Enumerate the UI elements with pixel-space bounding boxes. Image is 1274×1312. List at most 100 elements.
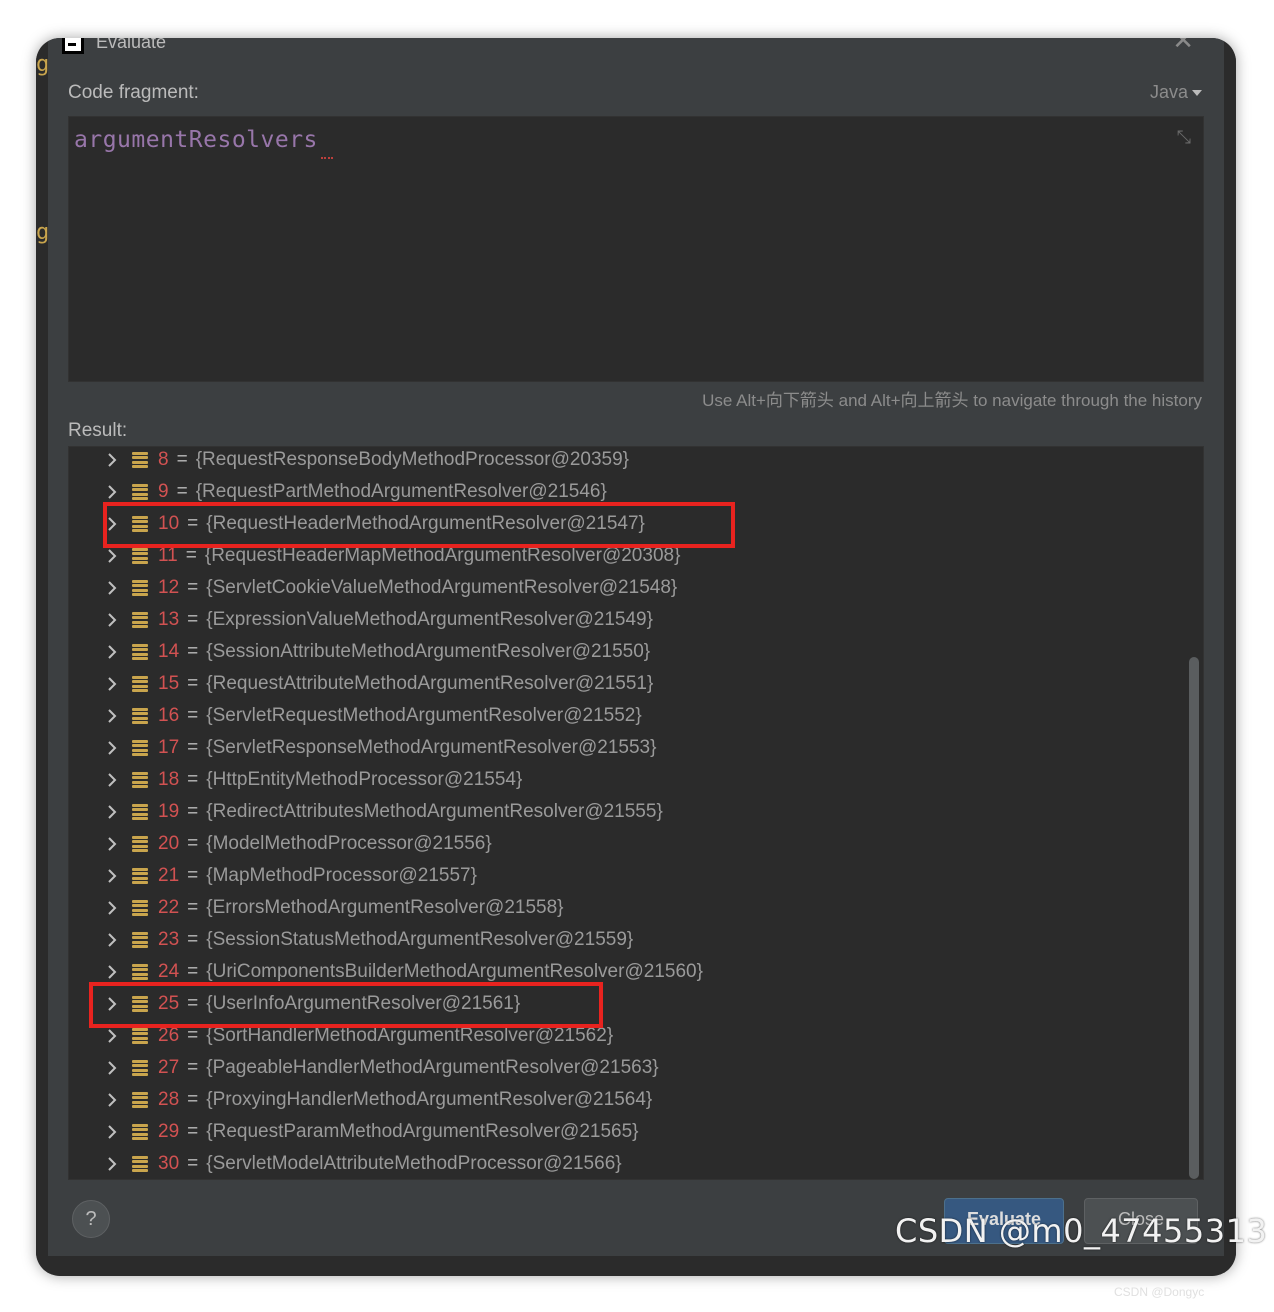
field-icon — [132, 868, 148, 884]
chevron-right-icon[interactable] — [69, 805, 117, 819]
chevron-right-icon[interactable] — [69, 677, 117, 691]
chevron-right-icon[interactable] — [69, 741, 117, 755]
tree-row-equals: = — [187, 705, 199, 726]
tree-row[interactable]: 21 = {MapMethodProcessor@21557} — [69, 860, 477, 892]
field-icon — [132, 484, 148, 500]
tree-row-equals: = — [187, 609, 199, 630]
tree-row-value: {ServletModelAttributeMethodProcessor@21… — [206, 1153, 622, 1174]
tree-row[interactable]: 12 = {ServletCookieValueMethodArgumentReso… — [69, 572, 677, 604]
tree-row-value: {UriComponentsBuilderMethodArgumentResol… — [206, 961, 703, 982]
tree-row-equals: = — [187, 865, 199, 886]
tree-row-index: 28 — [158, 1089, 180, 1110]
tree-row[interactable]: 22 = {ErrorsMethodArgumentResolver@21558} — [69, 892, 564, 924]
chevron-right-icon[interactable] — [69, 869, 117, 883]
chevron-right-icon[interactable] — [69, 581, 117, 595]
dialog-titlebar: Evaluate ✕ — [48, 38, 1224, 58]
tree-row-value: {ProxyingHandlerMethodArgumentResolver@2… — [206, 1089, 653, 1110]
chevron-right-icon[interactable] — [69, 549, 117, 563]
chevron-right-icon[interactable] — [69, 837, 117, 851]
chevron-right-icon[interactable] — [69, 645, 117, 659]
tree-row-index: 11 — [158, 545, 178, 566]
help-button[interactable]: ? — [72, 1200, 110, 1238]
tree-row[interactable]: 17 = {ServletResponseMethodArgumentResolve… — [69, 732, 656, 764]
tree-row-index: 23 — [158, 929, 180, 950]
tree-row[interactable]: 8 = {RequestResponseBodyMethodProcessor@20… — [69, 447, 629, 476]
tree-row-index: 24 — [158, 961, 180, 982]
field-icon — [132, 772, 148, 788]
code-fragment-editor[interactable]: argumentResolvers ⤡ — [68, 116, 1204, 382]
tree-row-value: {SessionAttributeMethodArgumentResolver@… — [206, 641, 651, 662]
chevron-right-icon[interactable] — [69, 965, 117, 979]
tree-row-value: {RedirectAttributesMethodArgumentResolve… — [206, 801, 663, 822]
chevron-right-icon[interactable] — [69, 1029, 117, 1043]
chevron-right-icon[interactable] — [69, 709, 117, 723]
chevron-right-icon[interactable] — [69, 1125, 117, 1139]
watermark: CSDN @m0_47455313 — [895, 1212, 1268, 1250]
field-icon — [132, 612, 148, 628]
chevron-right-icon[interactable] — [69, 773, 117, 787]
tree-row-index: 9 — [158, 481, 169, 502]
tree-row[interactable]: 19 = {RedirectAttributesMethodArgumentReso… — [69, 796, 663, 828]
tree-row-value: {HttpEntityMethodProcessor@21554} — [206, 769, 523, 790]
tree-row[interactable]: 29 = {RequestParamMethodArgumentResolver@2… — [69, 1116, 639, 1148]
intellij-icon — [62, 38, 84, 54]
collapse-icon[interactable]: ⤡ — [1177, 127, 1191, 148]
tree-row[interactable]: 13 = {ExpressionValueMethodArgumentResolve… — [69, 604, 653, 636]
field-icon — [132, 580, 148, 596]
tree-row[interactable]: 16 = {ServletRequestMethodArgumentResolver… — [69, 700, 642, 732]
chevron-right-icon[interactable] — [69, 933, 117, 947]
field-icon — [132, 644, 148, 660]
tree-row-equals: = — [187, 577, 199, 598]
tree-row[interactable]: 27 = {PageableHandlerMethodArgumentResolve… — [69, 1052, 659, 1084]
chevron-right-icon[interactable] — [69, 1061, 117, 1075]
tree-row-value: {ServletRequestMethodArgumentResolver@21… — [206, 705, 642, 726]
field-icon — [132, 1060, 148, 1076]
chevron-right-icon[interactable] — [69, 485, 117, 499]
tree-row-value: {ServletCookieValueMethodArgumentResolve… — [206, 577, 678, 598]
tree-row[interactable]: 30 = {ServletModelAttributeMethodProcessor… — [69, 1148, 622, 1179]
chevron-right-icon[interactable] — [69, 1157, 117, 1171]
result-scrollbar[interactable] — [1189, 657, 1199, 1179]
tree-row-index: 26 — [158, 1025, 180, 1046]
tree-row-index: 21 — [158, 865, 180, 886]
tree-row[interactable]: 23 = {SessionStatusMethodArgumentResolver@… — [69, 924, 633, 956]
tree-row-equals: = — [185, 545, 197, 566]
tree-row-equals: = — [176, 481, 188, 502]
field-icon — [132, 708, 148, 724]
tree-row-equals: = — [187, 1057, 199, 1078]
tree-row[interactable]: 28 = {ProxyingHandlerMethodArgumentResolve… — [69, 1084, 652, 1116]
chevron-down-icon — [1192, 89, 1202, 96]
tree-row-index: 8 — [158, 449, 169, 470]
result-label: Result: — [68, 420, 128, 441]
language-select[interactable]: Java — [1150, 82, 1202, 103]
field-icon — [132, 964, 148, 980]
result-tree[interactable]: 8 = {RequestResponseBodyMethodProcessor@20… — [68, 446, 1204, 1180]
tree-row-index: 29 — [158, 1121, 180, 1142]
tree-row-equals: = — [187, 801, 199, 822]
tree-row[interactable]: 15 = {RequestAttributeMethodArgumentResolv… — [69, 668, 653, 700]
history-hint: Use Alt+向下箭头 and Alt+向上箭头 to navigate th… — [702, 391, 1202, 410]
highlight-box — [103, 502, 735, 548]
close-icon[interactable]: ✕ — [1172, 38, 1194, 54]
field-icon — [132, 1092, 148, 1108]
tree-row-equals: = — [187, 833, 199, 854]
tree-row[interactable]: 14 = {SessionAttributeMethodArgumentResolv… — [69, 636, 650, 668]
chevron-right-icon[interactable] — [69, 901, 117, 915]
tree-row-index: 30 — [158, 1153, 180, 1174]
caret-marker — [321, 155, 333, 159]
field-icon — [132, 804, 148, 820]
field-icon — [132, 1124, 148, 1140]
tree-row-value: {RequestAttributeMethodArgumentResolver@… — [206, 673, 654, 694]
tree-row[interactable]: 18 = {HttpEntityMethodProcessor@21554} — [69, 764, 522, 796]
tree-row-value: {RequestParamMethodArgumentResolver@2156… — [206, 1121, 639, 1142]
tree-row-value: {RequestHeaderMapMethodArgumentResolver@… — [204, 545, 681, 566]
tree-row-value: {SortHandlerMethodArgumentResolver@21562… — [206, 1025, 614, 1046]
tree-row-value: {PageableHandlerMethodArgumentResolver@2… — [206, 1057, 659, 1078]
chevron-right-icon[interactable] — [69, 1093, 117, 1107]
tree-row[interactable]: 20 = {ModelMethodProcessor@21556} — [69, 828, 492, 860]
tree-row-equals: = — [187, 1121, 199, 1142]
chevron-right-icon[interactable] — [69, 613, 117, 627]
tree-row-value: {SessionStatusMethodArgumentResolver@215… — [206, 929, 634, 950]
chevron-right-icon[interactable] — [69, 453, 117, 467]
screenshot-frame: g g Evaluate ✕ Code fragment: Java argum… — [36, 38, 1236, 1276]
